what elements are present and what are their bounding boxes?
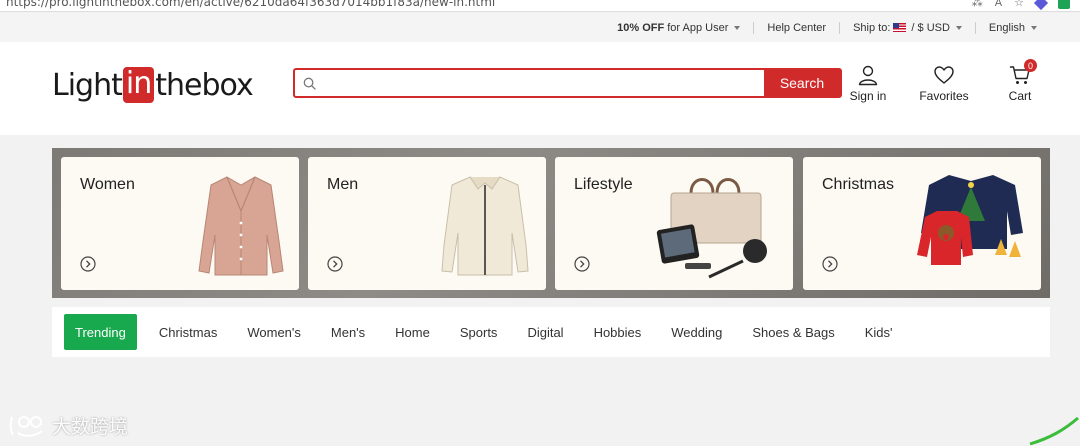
search-button[interactable]: Search bbox=[764, 70, 840, 96]
category-title: Lifestyle bbox=[574, 176, 633, 193]
tab-mens[interactable]: Men's bbox=[317, 314, 379, 350]
chevron-down-icon bbox=[734, 25, 741, 30]
logo-text-right: thebox bbox=[155, 67, 253, 103]
extension-icon[interactable] bbox=[1033, 0, 1049, 10]
tab-kids[interactable]: Kids' bbox=[851, 314, 907, 350]
tab-trending[interactable]: Trending bbox=[64, 314, 137, 350]
favorites-button[interactable]: Favorites bbox=[916, 64, 972, 103]
heart-icon bbox=[934, 66, 954, 84]
tab-hobbies[interactable]: Hobbies bbox=[580, 314, 656, 350]
ship-to-selector[interactable]: Ship to: / $ USD bbox=[840, 22, 975, 34]
chevron-down-icon bbox=[955, 25, 962, 30]
us-flag-icon bbox=[893, 23, 907, 32]
chevron-down-icon bbox=[1031, 25, 1037, 30]
tab-shoes-bags[interactable]: Shoes & Bags bbox=[738, 314, 848, 350]
app-promo[interactable]: 10% OFF for App User bbox=[604, 22, 753, 34]
tab-womens[interactable]: Women's bbox=[233, 314, 315, 350]
arrow-circle-icon[interactable] bbox=[822, 256, 838, 272]
search-field[interactable] bbox=[295, 70, 764, 96]
watermark: 大数跨境 bbox=[8, 412, 128, 439]
utility-bar: 10% OFF for App User Help Center Ship to… bbox=[0, 13, 1080, 42]
category-card-men[interactable]: Men bbox=[308, 157, 546, 290]
url-text[interactable]: https://pro.lightinthebox.com/en/active/… bbox=[6, 0, 495, 9]
shirt-image bbox=[441, 176, 529, 276]
language-selector[interactable]: English bbox=[976, 22, 1050, 34]
cart-label: Cart bbox=[1008, 89, 1032, 103]
search-input[interactable] bbox=[322, 70, 764, 96]
browser-toolbar-icons: ⁂ A ☆ bbox=[972, 0, 1070, 10]
tab-christmas[interactable]: Christmas bbox=[145, 314, 232, 350]
search-bar: Search bbox=[293, 68, 842, 98]
favorites-label: Favorites bbox=[919, 89, 969, 103]
search-icon bbox=[303, 77, 316, 90]
sign-in-label: Sign in bbox=[849, 89, 887, 103]
extension-green-icon[interactable] bbox=[1058, 0, 1070, 9]
cart-count-badge: 0 bbox=[1024, 59, 1037, 72]
language-label: English bbox=[988, 21, 1025, 34]
tab-home[interactable]: Home bbox=[381, 314, 444, 350]
site-logo[interactable]: Light in thebox bbox=[52, 67, 254, 103]
arrow-circle-icon[interactable] bbox=[327, 256, 343, 272]
category-title: Men bbox=[327, 176, 359, 193]
category-card-women[interactable]: Women bbox=[61, 157, 299, 290]
category-title: Women bbox=[80, 176, 135, 193]
promo-text: for App User bbox=[667, 21, 729, 34]
promo-bold: 10% OFF bbox=[617, 21, 665, 34]
logo-text-left: Light bbox=[52, 67, 123, 103]
category-banner: Women Men Lifestyle Christmas bbox=[52, 148, 1050, 298]
reader-icon[interactable]: A bbox=[995, 0, 1002, 9]
decorative-swoosh bbox=[1029, 416, 1079, 446]
site-header: Light in thebox Search Sign in Favorites bbox=[0, 42, 1080, 135]
sign-in-button[interactable]: Sign in bbox=[840, 64, 896, 103]
lifestyle-products-image bbox=[656, 178, 767, 279]
tab-digital[interactable]: Digital bbox=[513, 314, 577, 350]
watermark-text: 大数跨境 bbox=[52, 416, 129, 438]
tab-wedding[interactable]: Wedding bbox=[657, 314, 736, 350]
header-actions: Sign in Favorites 0 Cart bbox=[840, 59, 1048, 103]
star-icon[interactable]: ☆ bbox=[1014, 0, 1024, 9]
category-card-lifestyle[interactable]: Lifestyle bbox=[555, 157, 793, 290]
ship-to-label: Ship to: bbox=[853, 21, 891, 34]
browser-address-bar[interactable]: https://pro.lightinthebox.com/en/active/… bbox=[0, 0, 1080, 12]
christmas-sweaters-image bbox=[917, 175, 1023, 265]
cart-button[interactable]: 0 Cart bbox=[992, 59, 1048, 103]
logo-text-mid: in bbox=[122, 67, 155, 103]
help-center-link[interactable]: Help Center bbox=[754, 22, 839, 34]
watermark-logo-icon bbox=[9, 415, 43, 437]
tab-sports[interactable]: Sports bbox=[446, 314, 512, 350]
category-title: Christmas bbox=[822, 176, 895, 193]
cardigan-image bbox=[198, 176, 284, 276]
currency-label: / $ USD bbox=[911, 21, 950, 34]
arrow-circle-icon[interactable] bbox=[80, 256, 96, 272]
category-tabs: Trending Christmas Women's Men's Home Sp… bbox=[52, 307, 1050, 357]
translate-icon[interactable]: ⁂ bbox=[972, 0, 983, 9]
arrow-circle-icon[interactable] bbox=[574, 256, 590, 272]
user-icon bbox=[858, 65, 878, 86]
category-card-christmas[interactable]: Christmas bbox=[803, 157, 1041, 290]
